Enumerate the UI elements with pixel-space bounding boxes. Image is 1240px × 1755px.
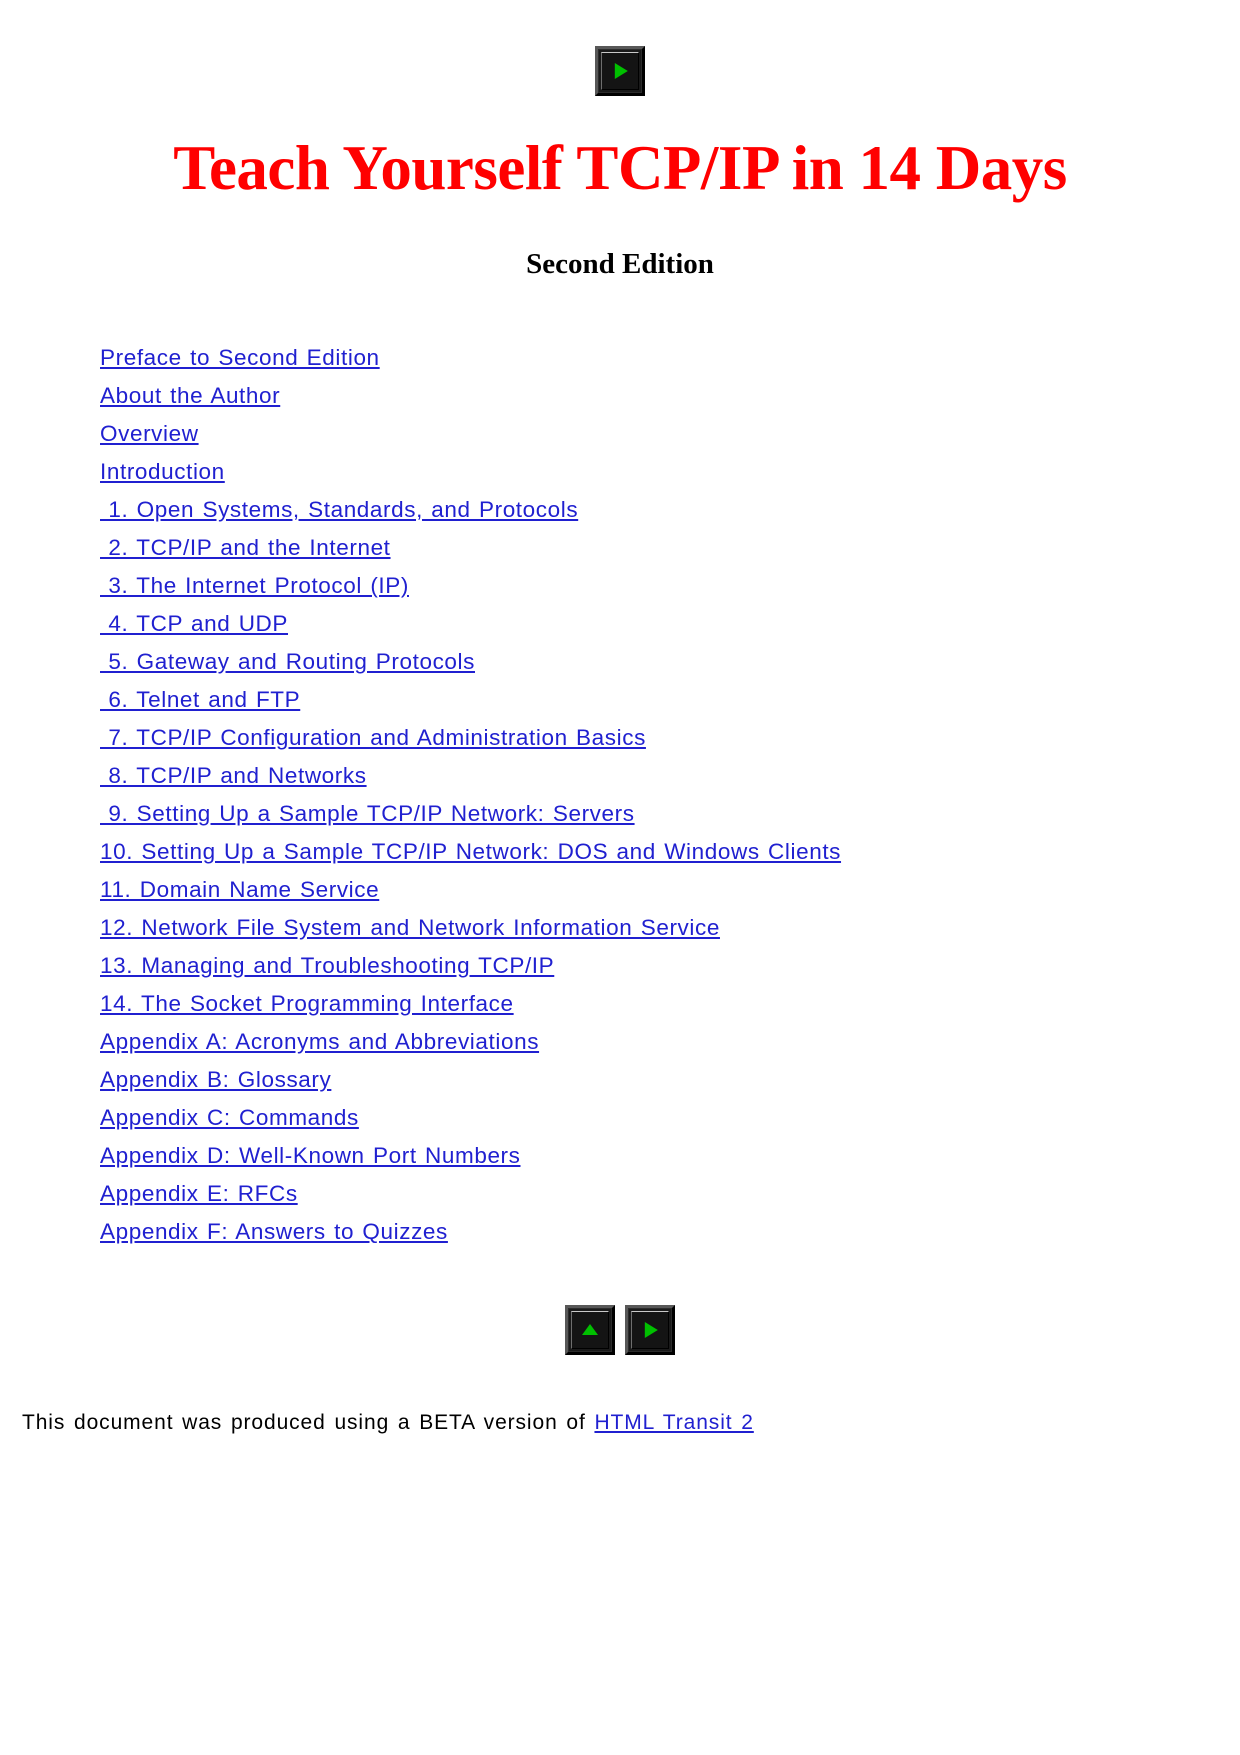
toc-link[interactable]: 9. Setting Up a Sample TCP/IP Network: S… (100, 801, 635, 826)
list-item: 8. TCP/IP and Networks (100, 757, 1240, 795)
toc-link[interactable]: Appendix C: Commands (100, 1105, 359, 1130)
list-item: 3. The Internet Protocol (IP) (100, 567, 1240, 605)
toc-link[interactable]: About the Author (100, 383, 280, 408)
top-navigation-bar (0, 0, 1240, 96)
list-item: 2. TCP/IP and the Internet (100, 529, 1240, 567)
next-button-top[interactable] (595, 46, 645, 96)
right-triangle-icon (645, 1322, 659, 1339)
list-item: Appendix E: RFCs (100, 1175, 1240, 1213)
toc-link[interactable]: Preface to Second Edition (100, 345, 380, 370)
list-item: About the Author (100, 377, 1240, 415)
list-item: 1. Open Systems, Standards, and Protocol… (100, 491, 1240, 529)
list-item: 4. TCP and UDP (100, 605, 1240, 643)
button-bevel (631, 1311, 670, 1350)
toc-link[interactable]: Introduction (100, 459, 225, 484)
button-bevel (601, 52, 639, 90)
page-title: Teach Yourself TCP/IP in 14 Days (173, 133, 1067, 203)
bottom-navigation-bar (0, 1305, 1240, 1356)
toc-link[interactable]: 10. Setting Up a Sample TCP/IP Network: … (100, 839, 841, 864)
toc-link[interactable]: 12. Network File System and Network Info… (100, 915, 720, 940)
toc-link[interactable]: Appendix B: Glossary (100, 1067, 331, 1092)
toc-link[interactable]: 4. TCP and UDP (100, 611, 288, 636)
footer-note: This document was produced using a BETA … (0, 1411, 1240, 1435)
toc-link[interactable]: 2. TCP/IP and the Internet (100, 535, 391, 560)
table-of-contents: Preface to Second Edition About the Auth… (0, 339, 1240, 1251)
list-item: 10. Setting Up a Sample TCP/IP Network: … (100, 833, 1240, 871)
toc-link[interactable]: 13. Managing and Troubleshooting TCP/IP (100, 953, 554, 978)
toc-link[interactable]: Appendix E: RFCs (100, 1181, 298, 1206)
list-item: Preface to Second Edition (100, 339, 1240, 377)
toc-link[interactable]: Appendix F: Answers to Quizzes (100, 1219, 448, 1244)
list-item: 11. Domain Name Service (100, 871, 1240, 909)
list-item: 13. Managing and Troubleshooting TCP/IP (100, 947, 1240, 985)
up-button[interactable] (564, 1305, 615, 1356)
list-item: Appendix C: Commands (100, 1099, 1240, 1137)
list-item: 7. TCP/IP Configuration and Administrati… (100, 719, 1240, 757)
toc-link[interactable]: Appendix A: Acronyms and Abbreviations (100, 1029, 539, 1054)
next-button-bottom[interactable] (625, 1305, 676, 1356)
toc-link[interactable]: 8. TCP/IP and Networks (100, 763, 367, 788)
footer-note-text: This document was produced using a BETA … (22, 1411, 595, 1435)
toc-link[interactable]: 5. Gateway and Routing Protocols (100, 649, 475, 674)
list-item: Appendix B: Glossary (100, 1061, 1240, 1099)
list-item: Appendix D: Well-Known Port Numbers (100, 1137, 1240, 1175)
list-item: Appendix F: Answers to Quizzes (100, 1213, 1240, 1251)
toc-link[interactable]: Overview (100, 421, 199, 446)
toc-link[interactable]: Appendix D: Well-Known Port Numbers (100, 1143, 521, 1168)
list-item: Appendix A: Acronyms and Abbreviations (100, 1023, 1240, 1061)
up-triangle-icon (581, 1323, 598, 1335)
list-item: Overview (100, 415, 1240, 453)
toc-link[interactable]: 11. Domain Name Service (100, 877, 379, 902)
toc-link[interactable]: 3. The Internet Protocol (IP) (100, 573, 409, 598)
toc-link[interactable]: 7. TCP/IP Configuration and Administrati… (100, 725, 646, 750)
list-item: Introduction (100, 453, 1240, 491)
toc-link[interactable]: 1. Open Systems, Standards, and Protocol… (100, 497, 578, 522)
right-triangle-icon (614, 63, 628, 79)
list-item: 6. Telnet and FTP (100, 681, 1240, 719)
list-item: 12. Network File System and Network Info… (100, 909, 1240, 947)
html-transit-link[interactable]: HTML Transit 2 (594, 1411, 753, 1434)
list-item: 14. The Socket Programming Interface (100, 985, 1240, 1023)
toc-link[interactable]: 6. Telnet and FTP (100, 687, 300, 712)
button-bevel (570, 1311, 609, 1350)
page-subtitle: Second Edition (526, 248, 714, 281)
list-item: 5. Gateway and Routing Protocols (100, 643, 1240, 681)
toc-link[interactable]: 14. The Socket Programming Interface (100, 991, 514, 1016)
list-item: 9. Setting Up a Sample TCP/IP Network: S… (100, 795, 1240, 833)
